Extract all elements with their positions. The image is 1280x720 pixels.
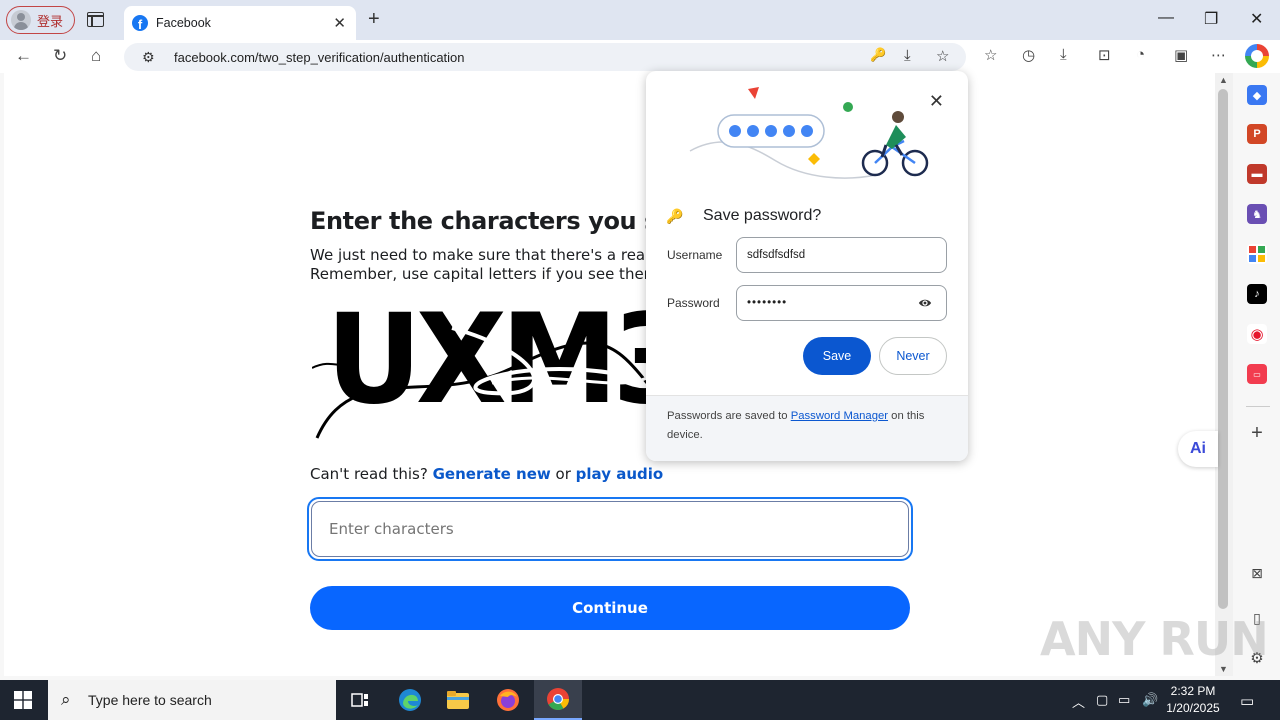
- password-label: Password: [667, 296, 720, 310]
- clock-date: 1/20/2025: [1166, 701, 1220, 715]
- popup-title: Save password?: [703, 207, 822, 224]
- description-line-1: We just need to make sure that there's a…: [310, 246, 683, 264]
- popup-footer: Passwords are saved to Password Manager …: [646, 395, 968, 461]
- edge-sidebar: ◆ P ▬ ♞ ♪ ◉ ▭ + ⊠ ▯ ⚙: [1236, 73, 1280, 680]
- facebook-favicon-icon: f: [132, 15, 148, 31]
- scroll-up-icon[interactable]: ▲: [1219, 75, 1228, 85]
- never-button[interactable]: Never: [879, 337, 947, 375]
- sidebar-toolbox-icon[interactable]: ▬: [1247, 164, 1267, 184]
- password-value: ••••••••: [747, 297, 788, 309]
- sidebar-add-icon[interactable]: +: [1247, 422, 1267, 444]
- continue-button[interactable]: Continue: [310, 586, 910, 630]
- avatar-icon: [11, 10, 31, 30]
- password-illustration: [689, 87, 929, 179]
- play-audio-link[interactable]: play audio: [576, 465, 664, 483]
- captcha-input[interactable]: [311, 501, 909, 557]
- tab-actions-icon[interactable]: [87, 12, 104, 27]
- show-password-eye-icon[interactable]: [918, 296, 932, 310]
- password-key-icon[interactable]: 🔑: [870, 47, 886, 63]
- page-title: Enter the characters you see: [310, 207, 690, 235]
- close-tab-icon[interactable]: ✕: [333, 14, 346, 32]
- more-menu-icon[interactable]: ⋯: [1211, 46, 1226, 64]
- screenshot-icon[interactable]: ⊡: [1098, 46, 1111, 64]
- captcha-noise-lines: [312, 326, 647, 439]
- sidebar-weibo-icon[interactable]: ◉: [1247, 324, 1267, 344]
- clock-time: 2:32 PM: [1170, 684, 1216, 698]
- performance-icon[interactable]: ◔: [1136, 46, 1145, 63]
- chrome-taskbar-icon[interactable]: [534, 680, 582, 720]
- reload-icon[interactable]: ↻: [53, 46, 67, 66]
- home-icon[interactable]: ⌂: [91, 46, 101, 66]
- tab-facebook[interactable]: f Facebook ✕: [124, 6, 356, 40]
- restore-icon[interactable]: ❐: [1204, 9, 1218, 29]
- close-window-icon[interactable]: ✕: [1250, 9, 1263, 29]
- ai-assistant-icon[interactable]: Ai: [1178, 431, 1218, 467]
- scrollbar-thumb[interactable]: [1218, 89, 1228, 609]
- taskbar-clock[interactable]: 2:32 PM 1/20/2025: [1164, 683, 1222, 717]
- save-button[interactable]: Save: [803, 337, 871, 375]
- close-popup-icon[interactable]: ✕: [929, 91, 944, 112]
- sidebar-tag-icon[interactable]: ◆: [1247, 85, 1267, 105]
- anyrun-watermark: ANY RUN: [1040, 612, 1269, 666]
- taskbar-search-box[interactable]: ⌕ Type here to search: [48, 680, 336, 720]
- search-icon: ⌕: [61, 690, 71, 709]
- password-field[interactable]: ••••••••: [736, 285, 947, 321]
- google-extension-icon[interactable]: [1245, 44, 1269, 68]
- edge-taskbar-icon[interactable]: [386, 680, 434, 720]
- favorite-star-icon[interactable]: ☆: [936, 47, 949, 65]
- browser-titlebar: 登录 f Facebook ✕ + — ❐ ✕: [0, 0, 1280, 40]
- favorites-icon[interactable]: ☆: [984, 46, 997, 64]
- username-label: Username: [667, 248, 723, 262]
- profile-label: 登录: [37, 13, 64, 29]
- volume-icon[interactable]: 🔊: [1142, 692, 1158, 708]
- save-password-popup: ✕ 🔑 Save password? Username sdfsdfsdfsd …: [646, 71, 968, 461]
- history-icon[interactable]: ◷: [1022, 46, 1035, 64]
- file-explorer-icon[interactable]: [434, 680, 482, 720]
- generate-new-link[interactable]: Generate new: [433, 465, 551, 483]
- downloads-icon[interactable]: ⤓: [1060, 46, 1067, 63]
- sidebar-tiktok-icon[interactable]: ♪: [1247, 284, 1267, 304]
- url-text: facebook.com/two_step_verification/authe…: [174, 50, 465, 65]
- sidebar-divider: [1246, 406, 1270, 407]
- address-bar[interactable]: ⚙ facebook.com/two_step_verification/aut…: [124, 43, 966, 71]
- new-tab-icon[interactable]: +: [368, 8, 380, 31]
- task-view-icon[interactable]: [336, 680, 384, 720]
- sidebar-apps-icon[interactable]: [1247, 244, 1267, 264]
- tray-chevron-icon[interactable]: ︿: [1072, 692, 1085, 711]
- browser-toolbar: ← ↻ ⌂ ⚙ facebook.com/two_step_verificati…: [0, 40, 1280, 73]
- sidebar-powerpoint-icon[interactable]: P: [1247, 124, 1267, 144]
- captcha-image: UXM3: [312, 298, 647, 448]
- profile-button[interactable]: 登录: [6, 6, 75, 34]
- network-icon[interactable]: ▭: [1118, 692, 1130, 708]
- cant-read-row: Can't read this? Generate new or play au…: [310, 465, 663, 483]
- minimize-icon[interactable]: —: [1158, 9, 1174, 27]
- site-info-icon[interactable]: ⚙: [142, 49, 155, 66]
- notification-icon[interactable]: ▭: [1240, 692, 1254, 710]
- back-icon[interactable]: ←: [15, 46, 32, 66]
- windows-start-icon[interactable]: [14, 691, 32, 709]
- key-icon: 🔑: [666, 208, 684, 224]
- tray-device-icon[interactable]: ▢: [1096, 692, 1108, 708]
- footer-prefix: Passwords are saved to: [667, 410, 788, 422]
- page-scrollbar[interactable]: ▲ ▼: [1215, 73, 1233, 676]
- username-field[interactable]: sdfsdfsdfsd: [736, 237, 947, 273]
- or-text: or: [555, 465, 571, 483]
- tab-title: Facebook: [156, 16, 211, 30]
- install-app-icon[interactable]: ⤓: [904, 47, 911, 64]
- firefox-icon[interactable]: [484, 680, 532, 720]
- wallet-icon[interactable]: ▣: [1174, 46, 1188, 64]
- sidebar-chess-icon[interactable]: ♞: [1247, 204, 1267, 224]
- sidebar-red-app-icon[interactable]: ▭: [1247, 364, 1267, 384]
- sidebar-screenshot-icon[interactable]: ⊠: [1247, 563, 1267, 583]
- taskbar-search-placeholder: Type here to search: [88, 692, 212, 708]
- password-manager-link[interactable]: Password Manager: [791, 410, 888, 422]
- captcha-input-focus-ring: [307, 497, 913, 561]
- username-value: sdfsdfsdfsd: [747, 249, 806, 261]
- description-line-2: Remember, use capital letters if you see…: [310, 265, 664, 283]
- cant-read-text: Can't read this?: [310, 465, 428, 483]
- page-description: We just need to make sure that there's a…: [310, 246, 683, 284]
- windows-taskbar: ⌕ Type here to search ︿ ▢ ▭ 🔊 2:32 PM 1/…: [0, 680, 1280, 720]
